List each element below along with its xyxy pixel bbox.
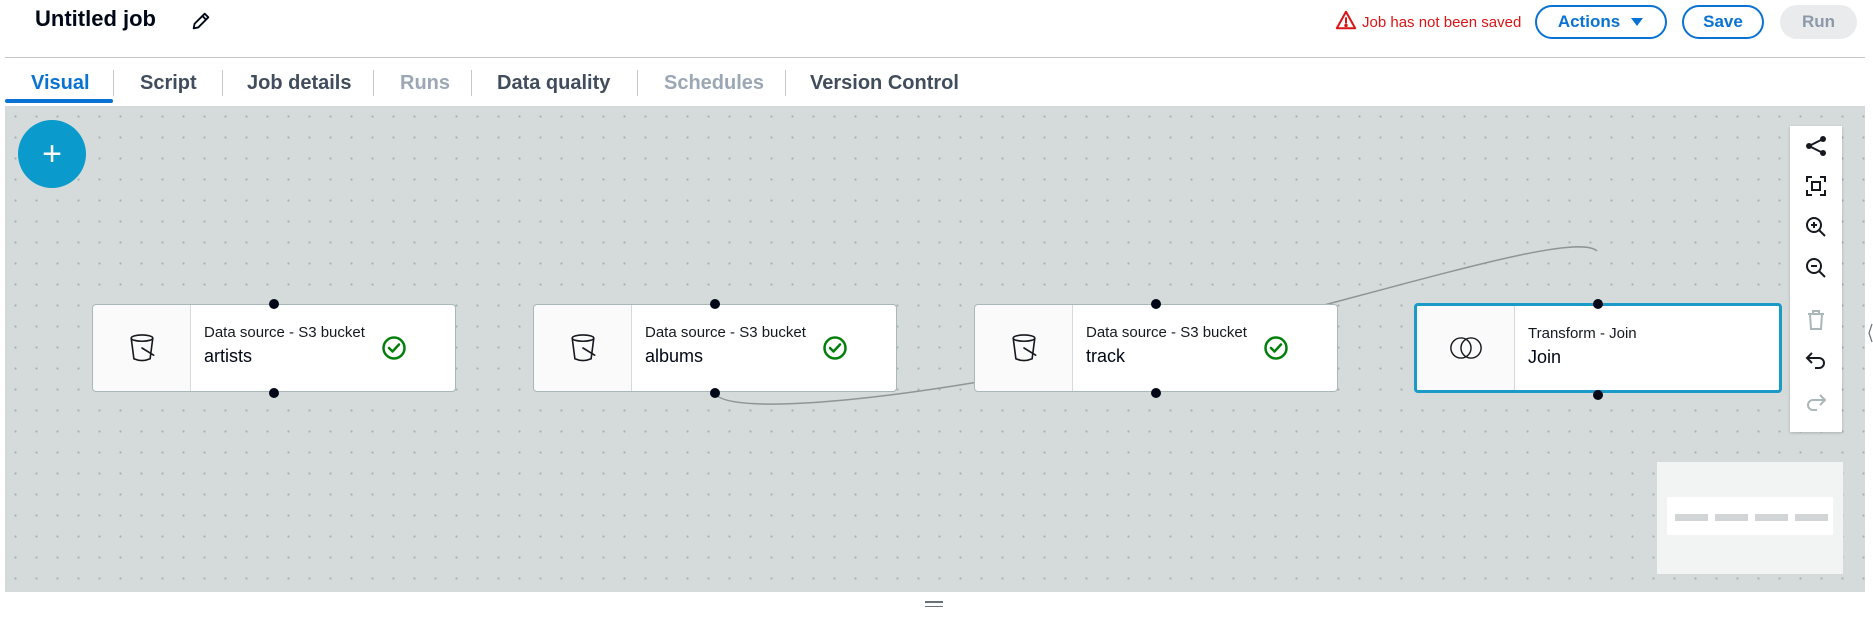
node-output-port[interactable] bbox=[269, 388, 279, 398]
fit-view-icon[interactable] bbox=[1804, 174, 1828, 198]
node-albums[interactable]: Data source - S3 bucket albums bbox=[533, 304, 897, 392]
tab-schedules[interactable]: Schedules bbox=[664, 72, 764, 95]
node-type-label: Data source - S3 bucket bbox=[204, 324, 365, 341]
caret-down-icon bbox=[1630, 12, 1644, 32]
tab-script[interactable]: Script bbox=[140, 72, 197, 95]
minimap-viewport[interactable] bbox=[1667, 497, 1833, 535]
node-type-label: Data source - S3 bucket bbox=[1086, 324, 1247, 341]
run-button[interactable]: Run bbox=[1780, 5, 1857, 39]
add-node-button[interactable]: + bbox=[18, 120, 86, 188]
minimap-node bbox=[1675, 514, 1708, 521]
warning-triangle-icon bbox=[1335, 9, 1357, 35]
visual-canvas[interactable]: + Data source - S3 bucket artists Data s… bbox=[5, 106, 1865, 592]
job-tabs: Visual Script Job details Runs Data qual… bbox=[5, 58, 1865, 104]
tab-runs[interactable]: Runs bbox=[400, 72, 450, 95]
redo-icon[interactable] bbox=[1804, 390, 1828, 414]
layout-graph-icon[interactable] bbox=[1804, 134, 1828, 158]
check-circle-icon bbox=[382, 336, 406, 360]
node-output-port[interactable] bbox=[710, 388, 720, 398]
active-tab-indicator bbox=[5, 99, 113, 103]
node-artists[interactable]: Data source - S3 bucket artists bbox=[92, 304, 456, 392]
join-venn-icon bbox=[1417, 306, 1515, 390]
s3-bucket-icon bbox=[975, 305, 1073, 391]
node-input-port[interactable] bbox=[1151, 299, 1161, 309]
node-name-label: albums bbox=[645, 346, 704, 366]
tab-separator bbox=[113, 70, 114, 96]
job-header: Untitled job Job has not been saved Acti… bbox=[0, 0, 1873, 50]
node-type-label: Transform - Join bbox=[1528, 325, 1637, 342]
node-output-port[interactable] bbox=[1593, 390, 1603, 400]
pencil-icon[interactable] bbox=[190, 10, 212, 32]
node-input-port[interactable] bbox=[1593, 299, 1603, 309]
tab-job-details[interactable]: Job details bbox=[247, 72, 351, 95]
node-output-port[interactable] bbox=[1151, 388, 1161, 398]
zoom-in-icon[interactable] bbox=[1804, 215, 1828, 239]
node-track[interactable]: Data source - S3 bucket track bbox=[974, 304, 1338, 392]
minimap-node bbox=[1715, 514, 1748, 521]
node-type-label: Data source - S3 bucket bbox=[645, 324, 806, 341]
node-name-label: track bbox=[1086, 346, 1126, 366]
s3-bucket-icon bbox=[534, 305, 632, 391]
node-join[interactable]: Transform - Join Join bbox=[1414, 303, 1782, 393]
side-panel-collapse-handle[interactable] bbox=[1868, 322, 1873, 344]
node-name-label: artists bbox=[204, 346, 253, 366]
zoom-out-icon[interactable] bbox=[1804, 256, 1828, 280]
canvas-toolbar bbox=[1790, 126, 1842, 432]
minimap-node bbox=[1795, 514, 1828, 521]
unsaved-warning: Job has not been saved bbox=[1335, 9, 1521, 35]
tab-separator bbox=[785, 70, 786, 96]
job-title: Untitled job bbox=[35, 6, 156, 31]
check-circle-icon bbox=[1264, 336, 1288, 360]
tab-version-control[interactable]: Version Control bbox=[810, 72, 959, 95]
check-circle-icon bbox=[823, 336, 847, 360]
panel-resize-handle[interactable] bbox=[925, 601, 943, 609]
actions-label: Actions bbox=[1557, 12, 1621, 31]
node-input-port[interactable] bbox=[269, 299, 279, 309]
actions-button[interactable]: Actions bbox=[1535, 5, 1667, 39]
tab-separator bbox=[222, 70, 223, 96]
minimap-node bbox=[1755, 514, 1788, 521]
tab-separator bbox=[471, 70, 472, 96]
s3-bucket-icon bbox=[93, 305, 191, 391]
tab-data-quality[interactable]: Data quality bbox=[497, 72, 610, 95]
tab-visual[interactable]: Visual bbox=[31, 72, 90, 95]
tab-separator bbox=[373, 70, 374, 96]
node-name-label: Join bbox=[1528, 347, 1562, 367]
tab-separator bbox=[637, 70, 638, 96]
delete-icon[interactable] bbox=[1804, 308, 1828, 332]
warning-text: Job has not been saved bbox=[1362, 13, 1522, 31]
undo-icon[interactable] bbox=[1804, 348, 1828, 372]
canvas-minimap[interactable] bbox=[1657, 462, 1843, 574]
node-input-port[interactable] bbox=[710, 299, 720, 309]
save-button[interactable]: Save bbox=[1682, 5, 1764, 39]
